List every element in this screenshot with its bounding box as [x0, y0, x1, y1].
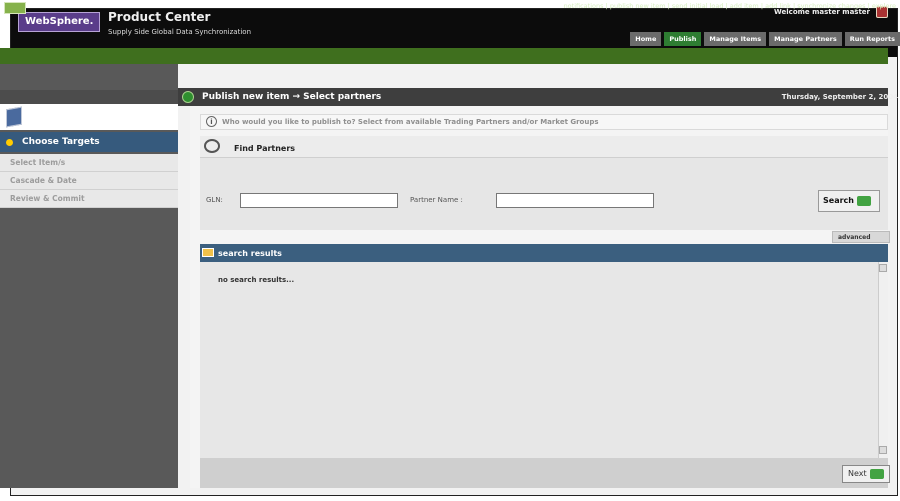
scroll-down-button[interactable]	[879, 446, 887, 454]
tab-home[interactable]: Home	[630, 32, 662, 46]
search-results-header	[200, 244, 888, 262]
arrow-right-icon	[856, 195, 871, 206]
add-link-link[interactable]: add link	[765, 2, 791, 10]
gln-label: GLN:	[206, 196, 223, 204]
main-tabs: Home Publish Manage Items Manage Partner…	[630, 32, 900, 46]
websphere-logo: WebSphere.	[18, 12, 100, 32]
wizard-icon-area	[0, 104, 178, 130]
partner-name-label: Partner Name :	[410, 196, 463, 204]
find-partners-header	[200, 136, 888, 158]
arrow-right-icon	[869, 468, 884, 479]
question-text: Who would you like to publish to? Select…	[222, 118, 599, 126]
sidebar-item-choose-targets[interactable]: Choose Targets	[0, 132, 178, 152]
product-subtitle: Supply Side Global Data Synchronization	[108, 28, 252, 36]
wizard-icon	[6, 106, 22, 128]
results-icon	[202, 248, 214, 257]
product-title: Product Center	[108, 10, 211, 24]
publish-toolbar	[0, 48, 888, 64]
partner-name-input[interactable]	[496, 193, 654, 208]
gln-input[interactable]	[240, 193, 398, 208]
search-results-list	[200, 262, 888, 458]
page-title: Publish new item → Select partners	[202, 92, 382, 102]
publish-new-item-link[interactable]: publish new item	[610, 2, 666, 10]
sidebar-item-review-commit[interactable]: Review & Commit	[0, 190, 178, 208]
next-button[interactable]: Next	[842, 465, 890, 483]
search-results-title: search results	[218, 249, 282, 258]
send-initial-load-link[interactable]: send initial load	[672, 2, 724, 10]
tab-manage-items[interactable]: Manage Items	[704, 32, 767, 46]
product-icon	[4, 2, 26, 14]
publish-icon	[182, 91, 194, 103]
toolbar-links: notifications | publish new item | send …	[563, 2, 896, 10]
notifications-link[interactable]: notifications	[564, 2, 604, 10]
scroll-up-button[interactable]	[879, 264, 887, 272]
sidebar-item-cascade-date[interactable]: Cascade & Date	[0, 172, 178, 190]
tab-run-reports[interactable]: Run Reports	[844, 32, 900, 46]
info-icon: i	[206, 116, 217, 127]
add-item-link[interactable]: add item	[730, 2, 759, 10]
current-step-icon	[6, 139, 13, 146]
synchronize-changes-link[interactable]: synchronize changes	[797, 2, 865, 10]
next-button-label: Next	[848, 469, 867, 478]
left-panel-header	[0, 90, 178, 104]
tab-publish[interactable]: Publish	[664, 32, 702, 46]
speech-bubble-icon	[204, 139, 220, 153]
explore-link[interactable]: explore	[872, 2, 896, 10]
results-scrollbar[interactable]	[878, 262, 888, 458]
tab-manage-partners[interactable]: Manage Partners	[769, 32, 842, 46]
find-partners-title: Find Partners	[234, 144, 296, 153]
advanced-toggle[interactable]: advanced	[832, 231, 890, 243]
no-results-text: no search results...	[218, 276, 295, 284]
search-button[interactable]: Search	[818, 190, 880, 212]
wizard-footer	[200, 458, 888, 488]
search-button-label: Search	[823, 196, 854, 205]
sidebar-item-select-items[interactable]: Select Item/s	[0, 154, 178, 172]
page-date: Thursday, September 2, 2004	[781, 93, 898, 101]
